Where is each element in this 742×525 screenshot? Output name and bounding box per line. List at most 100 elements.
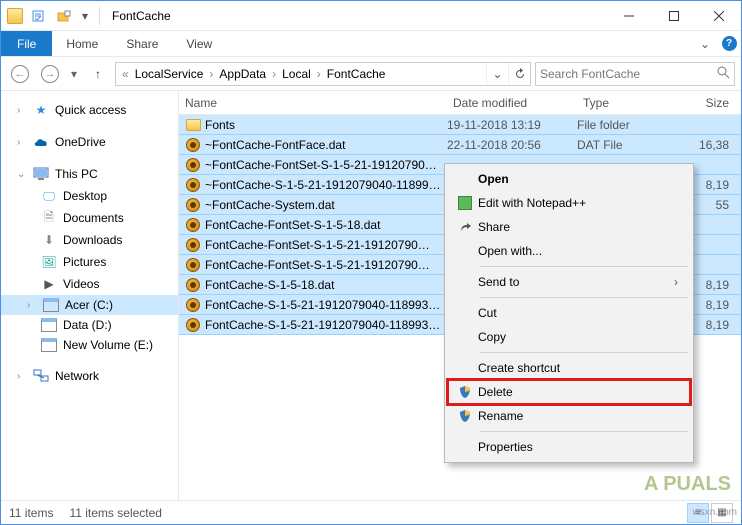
file-tab[interactable]: File bbox=[1, 31, 52, 56]
ctx-rename[interactable]: Rename bbox=[448, 404, 690, 428]
monitor-icon bbox=[33, 166, 49, 182]
dat-file-icon bbox=[186, 278, 200, 292]
nav-onedrive[interactable]: › OneDrive bbox=[1, 131, 178, 153]
file-name: FontCache-FontSet-S-1-5-21-19120790… bbox=[203, 258, 447, 272]
ctx-separator bbox=[480, 266, 688, 267]
ctx-label: Edit with Notepad++ bbox=[478, 196, 690, 210]
dat-file-icon bbox=[186, 198, 200, 212]
file-name: FontCache-FontSet-S-1-5-21-19120790… bbox=[203, 238, 447, 252]
nav-documents[interactable]: 🗎Documents bbox=[1, 207, 178, 229]
nav-quick-access[interactable]: › ★ Quick access bbox=[1, 99, 178, 121]
nav-drive-e[interactable]: New Volume (E:) bbox=[1, 335, 178, 355]
minimize-button[interactable] bbox=[606, 1, 651, 30]
details-view-button[interactable]: ≡ bbox=[687, 503, 709, 523]
file-row[interactable]: ~FontCache-FontFace.dat22-11-2018 20:56D… bbox=[179, 134, 741, 155]
file-date: 19-11-2018 13:19 bbox=[447, 118, 577, 132]
help-icon: ? bbox=[722, 36, 737, 51]
nav-network[interactable]: › Network bbox=[1, 365, 178, 387]
recent-locations-button[interactable]: ▾ bbox=[67, 61, 81, 87]
breadcrumb-seg-1[interactable]: AppData bbox=[215, 67, 270, 81]
refresh-icon bbox=[514, 68, 526, 80]
nav-desktop[interactable]: 🖵Desktop bbox=[1, 185, 178, 207]
maximize-button[interactable] bbox=[651, 1, 696, 30]
folder-icon bbox=[186, 119, 201, 131]
help-button[interactable]: ? bbox=[717, 31, 741, 56]
file-row[interactable]: Fonts19-11-2018 13:19File folder bbox=[179, 115, 741, 135]
new-folder-icon bbox=[57, 9, 71, 23]
nav-videos[interactable]: ▶Videos bbox=[1, 273, 178, 295]
qat-new-folder-button[interactable] bbox=[53, 5, 75, 27]
nav-label: Acer (C:) bbox=[65, 298, 113, 312]
nav-downloads[interactable]: ⬇Downloads bbox=[1, 229, 178, 251]
share-icon bbox=[458, 220, 472, 234]
nav-pictures[interactable]: 🖼Pictures bbox=[1, 251, 178, 273]
nav-label: New Volume (E:) bbox=[63, 338, 153, 352]
qat-customize-button[interactable]: ▾ bbox=[79, 5, 91, 27]
status-selected-count: 11 items selected bbox=[69, 506, 162, 520]
chevron-right-icon: › bbox=[17, 137, 27, 148]
ctx-open-with[interactable]: Open with... bbox=[448, 239, 690, 263]
file-name: ~FontCache-FontFace.dat bbox=[203, 138, 447, 152]
ctx-label: Share bbox=[478, 220, 690, 234]
ctx-separator bbox=[480, 297, 688, 298]
file-date: 22-11-2018 20:56 bbox=[447, 138, 577, 152]
ctx-edit-notepadpp[interactable]: Edit with Notepad++ bbox=[448, 191, 690, 215]
drive-icon bbox=[41, 318, 57, 332]
col-type-header[interactable]: Type bbox=[577, 96, 677, 110]
refresh-button[interactable] bbox=[508, 63, 530, 85]
nav-label: Data (D:) bbox=[63, 318, 112, 332]
dat-file-icon bbox=[186, 298, 200, 312]
ctx-label: Delete bbox=[478, 385, 690, 399]
nav-label: OneDrive bbox=[55, 135, 106, 149]
breadcrumb-history-button[interactable]: ⌄ bbox=[486, 63, 508, 85]
qat-properties-button[interactable] bbox=[27, 5, 49, 27]
ctx-label: Rename bbox=[478, 409, 690, 423]
breadcrumb-seg-3[interactable]: FontCache bbox=[323, 67, 390, 81]
nav-this-pc[interactable]: ⌄ This PC bbox=[1, 163, 178, 185]
ribbon-expand-button[interactable]: ⌄ bbox=[693, 31, 717, 56]
back-arrow-icon: ← bbox=[11, 65, 29, 83]
up-button[interactable]: ↑ bbox=[85, 61, 111, 87]
nav-drive-c[interactable]: ›Acer (C:) bbox=[1, 295, 178, 315]
status-item-count: 11 items bbox=[9, 506, 53, 520]
app-folder-icon bbox=[7, 8, 23, 24]
breadcrumb[interactable]: « LocalService › AppData › Local › FontC… bbox=[115, 62, 531, 86]
ctx-cut[interactable]: Cut bbox=[448, 301, 690, 325]
ctx-create-shortcut[interactable]: Create shortcut bbox=[448, 356, 690, 380]
ctx-share[interactable]: Share bbox=[448, 215, 690, 239]
col-name-header[interactable]: Name bbox=[179, 96, 447, 110]
file-name: ~FontCache-FontSet-S-1-5-21-19120790… bbox=[203, 158, 447, 172]
col-date-header[interactable]: Date modified bbox=[447, 96, 577, 110]
nav-drive-d[interactable]: Data (D:) bbox=[1, 315, 178, 335]
file-size: 16,38 bbox=[677, 138, 741, 152]
tab-home[interactable]: Home bbox=[52, 31, 112, 56]
ctx-delete[interactable]: Delete bbox=[448, 380, 690, 404]
ctx-separator bbox=[480, 431, 688, 432]
nav-label: Quick access bbox=[55, 103, 126, 117]
close-button[interactable] bbox=[696, 1, 741, 30]
breadcrumb-seg-2[interactable]: Local bbox=[278, 67, 315, 81]
breadcrumb-seg-0[interactable]: LocalService bbox=[131, 67, 208, 81]
col-size-header[interactable]: Size bbox=[677, 96, 741, 110]
file-type: DAT File bbox=[577, 138, 677, 152]
forward-button[interactable]: → bbox=[37, 61, 63, 87]
tab-view[interactable]: View bbox=[172, 31, 226, 56]
status-bar: 11 items 11 items selected ≡ ▦ bbox=[1, 500, 741, 524]
icons-view-button[interactable]: ▦ bbox=[711, 503, 733, 523]
ctx-send-to[interactable]: Send to› bbox=[448, 270, 690, 294]
search-input[interactable]: Search FontCache bbox=[535, 62, 735, 86]
chevron-down-icon: ⌄ bbox=[17, 169, 27, 180]
breadcrumb-root-chevron[interactable]: « bbox=[120, 67, 131, 81]
file-name: FontCache-FontSet-S-1-5-18.dat bbox=[203, 218, 447, 232]
context-menu: Open Edit with Notepad++ Share Open with… bbox=[444, 163, 694, 463]
window-title: FontCache bbox=[112, 9, 171, 23]
ctx-properties[interactable]: Properties bbox=[448, 435, 690, 459]
desktop-icon: 🖵 bbox=[41, 188, 57, 204]
back-button[interactable]: ← bbox=[7, 61, 33, 87]
nav-label: Videos bbox=[63, 277, 99, 291]
ctx-open[interactable]: Open bbox=[448, 167, 690, 191]
navigation-pane: › ★ Quick access › OneDrive ⌄ This PC bbox=[1, 91, 179, 500]
ctx-copy[interactable]: Copy bbox=[448, 325, 690, 349]
tab-share[interactable]: Share bbox=[112, 31, 172, 56]
nav-label: Network bbox=[55, 369, 99, 383]
